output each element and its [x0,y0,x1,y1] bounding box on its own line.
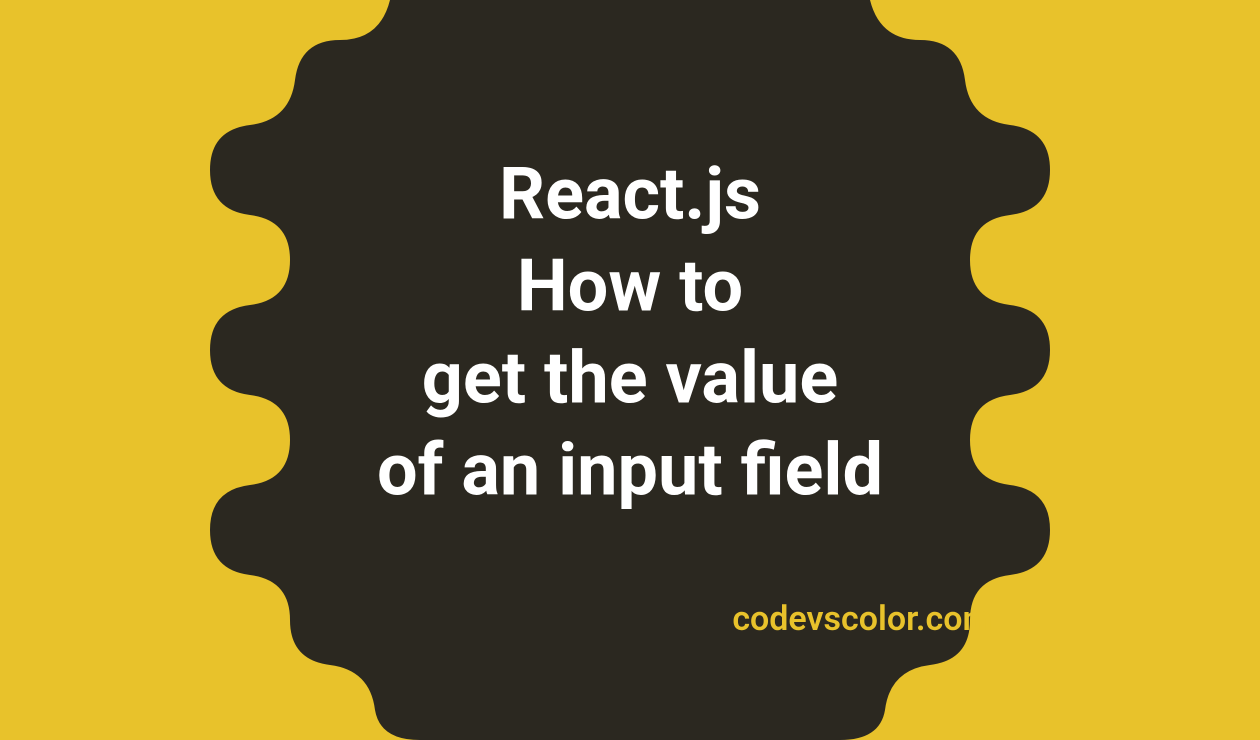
hero-title: React.js How to get the value of an inpu… [230,148,1030,517]
title-line-2: How to [230,240,1030,332]
watermark-text: codevscolor.com [732,599,992,639]
title-line-4: of an input field [230,425,1030,517]
title-line-3: get the value [230,332,1030,424]
title-line-1: React.js [230,148,1030,240]
